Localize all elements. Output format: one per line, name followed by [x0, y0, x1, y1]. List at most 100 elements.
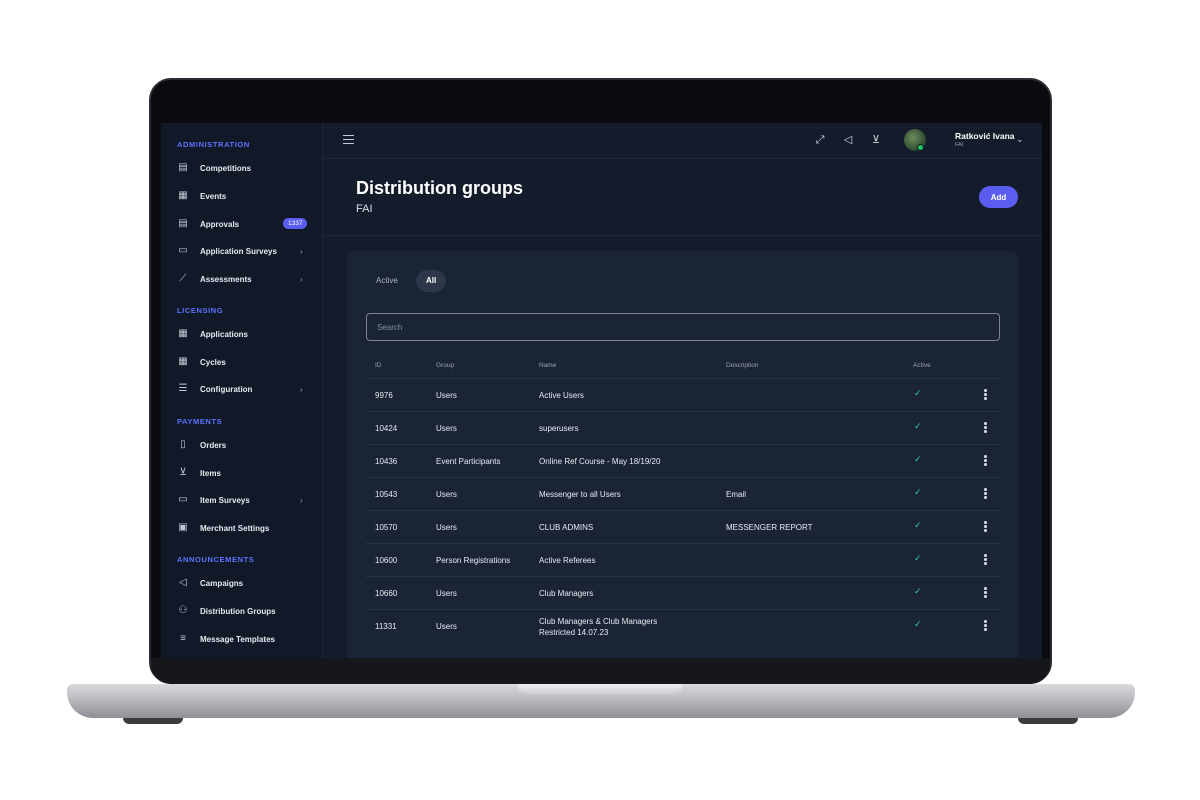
- cell-description: MESSENGER REPORT: [726, 523, 813, 532]
- cell-group: Event Participants: [436, 457, 501, 466]
- sidebar-item-orders[interactable]: ▯ Orders: [161, 434, 323, 456]
- cell-id: 11331: [375, 622, 397, 631]
- laptop-foot: [123, 718, 183, 724]
- cell-group: Person Registrations: [436, 556, 511, 565]
- chevron-right-icon: ›: [300, 495, 303, 505]
- laptop-notch: [518, 684, 682, 695]
- document-icon: ▯: [180, 439, 186, 450]
- section-title-payments: PAYMENTS: [177, 417, 223, 426]
- sidebar-item-label: Events: [200, 191, 227, 201]
- sliders-icon: ☰: [178, 383, 188, 394]
- more-options-icon[interactable]: [984, 389, 987, 401]
- chevron-right-icon: ›: [300, 274, 303, 284]
- column-header-active[interactable]: Active: [913, 362, 931, 369]
- sidebar-item-label: Configuration: [200, 384, 253, 394]
- search-input[interactable]: [366, 313, 1000, 341]
- megaphone-icon: ◁: [179, 577, 187, 588]
- table-row[interactable]: 10424 Users superusers ✓: [366, 411, 1000, 444]
- column-header-group[interactable]: Group: [436, 362, 454, 369]
- cell-name: Club Managers: [539, 589, 594, 598]
- cell-id: 10436: [375, 457, 398, 466]
- page-subtitle: FAI: [356, 203, 373, 215]
- megaphone-icon[interactable]: ◁: [841, 133, 855, 147]
- tab-active[interactable]: Active: [366, 270, 408, 292]
- more-options-icon[interactable]: [984, 587, 987, 599]
- table-row[interactable]: 10436 Event Participants Online Ref Course…: [366, 444, 1000, 477]
- trend-icon: ⟋: [179, 273, 187, 284]
- online-status-dot: [917, 144, 924, 151]
- approvals-count-badge: 1337: [283, 218, 308, 229]
- sidebar-item-label: Application Surveys: [200, 246, 277, 256]
- sidebar-item-cycles[interactable]: ▦ Cycles: [161, 351, 323, 373]
- laptop-bezel: [151, 658, 1050, 684]
- calendar-icon: ▦: [178, 190, 188, 201]
- add-button[interactable]: Add: [979, 186, 1018, 208]
- section-title-licensing: LICENSING: [177, 306, 224, 315]
- more-options-icon[interactable]: [984, 488, 987, 500]
- sidebar-item-merchant-settings[interactable]: ▣ Merchant Settings: [161, 517, 323, 539]
- user-org: FAI: [955, 142, 964, 148]
- calendar-icon: ▦: [178, 356, 188, 367]
- sidebar-item-applications[interactable]: ▦ Applications: [161, 323, 323, 345]
- sidebar-item-configuration[interactable]: ☰ Configuration ›: [161, 378, 323, 400]
- chevron-down-icon[interactable]: ⌄: [1016, 134, 1024, 145]
- sidebar-item-label: Applications: [200, 329, 249, 339]
- cell-group: Users: [436, 523, 457, 532]
- table-row[interactable]: 10543 Users Messenger to all Users Email ✓: [366, 477, 1000, 510]
- more-options-icon[interactable]: [984, 422, 987, 434]
- users-icon: ⚇: [178, 605, 188, 616]
- cell-group: Users: [436, 424, 457, 433]
- laptop-foot: [1018, 718, 1078, 724]
- sidebar-item-label: Assessments: [200, 274, 252, 284]
- section-title-announcements: ANNOUNCEMENTS: [177, 555, 255, 564]
- check-icon: ✓: [914, 388, 922, 398]
- table-row[interactable]: 10600 Person Registrations Active Referees…: [366, 543, 1000, 576]
- cell-group: Users: [436, 391, 457, 400]
- sidebar-item-label: Approvals: [200, 219, 240, 229]
- sidebar-item-label: Message Templates: [200, 634, 275, 644]
- table-row[interactable]: 10570 Users CLUB ADMINS MESSENGER REPORT ✓: [366, 510, 1000, 543]
- cell-name: Club Managers & Club Managers: [539, 617, 658, 626]
- sidebar-item-assessments[interactable]: ⟋ Assessments ›: [161, 268, 323, 290]
- more-options-icon[interactable]: [984, 554, 987, 566]
- sidebar-item-item-surveys[interactable]: ▭ Item Surveys ›: [161, 489, 323, 511]
- fullscreen-icon[interactable]: ⤢: [813, 133, 827, 147]
- sidebar-item-label: Item Surveys: [200, 495, 250, 505]
- user-name[interactable]: Ratković Ivana: [955, 131, 1015, 141]
- column-header-description[interactable]: Description: [726, 362, 759, 369]
- cart-icon[interactable]: ⊻: [869, 133, 883, 147]
- cell-name: superusers: [539, 424, 579, 433]
- sidebar-item-message-templates[interactable]: ≡ Message Templates: [161, 628, 323, 650]
- cell-id: 10600: [375, 556, 398, 565]
- cell-name-line2: Restricted 14.07.23: [539, 628, 609, 637]
- cell-name: Active Referees: [539, 556, 596, 565]
- check-icon: ✓: [914, 487, 922, 497]
- sidebar-item-events[interactable]: ▦ Events: [161, 185, 323, 207]
- cart-icon: ⊻: [179, 467, 187, 478]
- sidebar-item-label: Cycles: [200, 357, 226, 367]
- sidebar-item-campaigns[interactable]: ◁ Campaigns: [161, 572, 323, 594]
- page-title: Distribution groups: [356, 178, 523, 198]
- table-row[interactable]: 9976 Users Active Users ✓: [366, 378, 1000, 411]
- table-row[interactable]: 10660 Users Club Managers ✓: [366, 576, 1000, 609]
- list-icon: ▤: [178, 218, 188, 229]
- sidebar-item-items[interactable]: ⊻ Items: [161, 462, 323, 484]
- calendar-icon: ▦: [178, 328, 188, 339]
- sidebar-item-approvals[interactable]: ▤ Approvals 1337: [161, 213, 323, 235]
- cell-name: Online Ref Course - May 18/19/20: [539, 457, 661, 466]
- more-options-icon[interactable]: [984, 620, 987, 632]
- chevron-right-icon: ›: [300, 246, 303, 256]
- menu-icon[interactable]: [343, 135, 354, 144]
- table-row[interactable]: 11331 Users Club Managers & Club Managers R…: [366, 609, 1000, 642]
- header-divider: [323, 235, 1042, 236]
- column-header-name[interactable]: Name: [539, 362, 556, 369]
- tab-all[interactable]: All: [416, 270, 447, 292]
- sidebar-item-competitions[interactable]: ▤ Competitions: [161, 157, 323, 179]
- sidebar-item-application-surveys[interactable]: ▭ Application Surveys ›: [161, 240, 323, 262]
- cell-name: CLUB ADMINS: [539, 523, 594, 532]
- more-options-icon[interactable]: [984, 455, 987, 467]
- more-options-icon[interactable]: [984, 521, 987, 533]
- sidebar-item-distribution-groups[interactable]: ⚇ Distribution Groups: [161, 600, 323, 622]
- check-icon: ✓: [914, 619, 922, 629]
- column-header-id[interactable]: ID: [375, 362, 382, 369]
